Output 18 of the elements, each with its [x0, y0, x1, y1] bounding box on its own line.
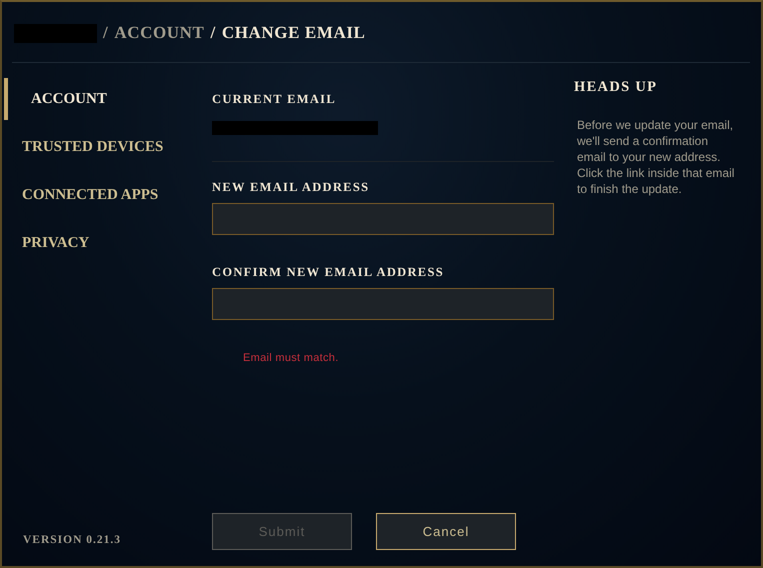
- email-field[interactable]: [212, 203, 554, 235]
- breadcrumb-link[interactable]: ACCOUNT: [114, 23, 204, 43]
- email-field[interactable]: [212, 288, 554, 320]
- sidebar-item[interactable]: PRIVACY: [4, 222, 212, 264]
- sidebar-item[interactable]: CONNECTED APPS: [4, 174, 212, 216]
- version-label: VERSION 0.21.3: [22, 534, 122, 546]
- sidebar-item[interactable]: TRUSTED DEVICES: [4, 126, 212, 168]
- action-button[interactable]: Cancel: [376, 513, 516, 550]
- field-label: CONFIRM NEW EMAIL ADDRESS: [212, 265, 444, 280]
- breadcrumb-separator: /: [210, 23, 216, 43]
- page-title: CHANGE EMAIL: [222, 23, 366, 43]
- info-text: Before we update your email, we'll send a confirmation email to your new address. Click the link inside that email to finish the update.: [577, 117, 736, 197]
- field-label: NEW EMAIL ADDRESS: [212, 180, 370, 195]
- field-label: CURRENT EMAIL: [212, 92, 336, 107]
- sidebar-item[interactable]: ACCOUNT: [4, 78, 212, 120]
- error-message: Email must match.: [243, 352, 339, 364]
- panel-title: HEADS UP: [574, 79, 658, 96]
- breadcrumb-separator: /: [103, 23, 108, 43]
